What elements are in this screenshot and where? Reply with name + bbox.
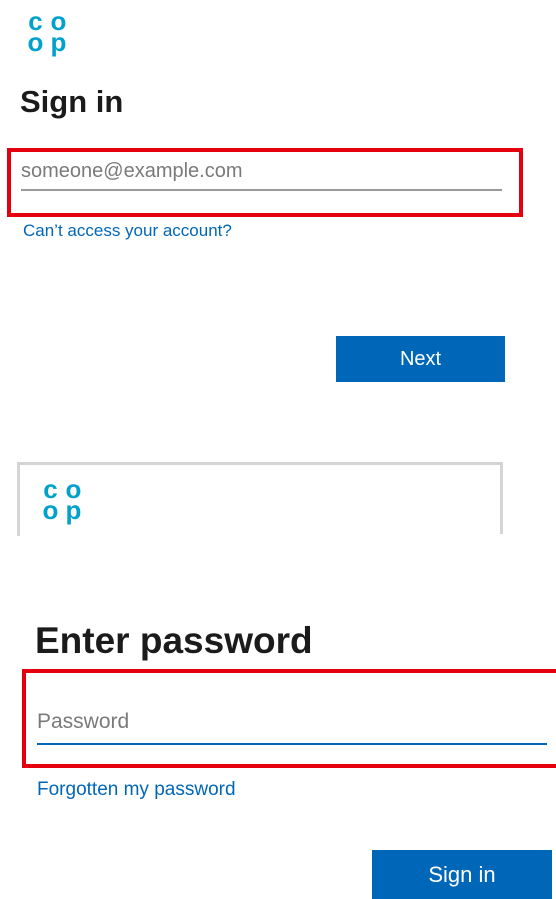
sign-in-button[interactable]: Sign in xyxy=(372,850,552,899)
password-input[interactable] xyxy=(37,701,547,745)
forgot-password-link[interactable]: Forgotten my password xyxy=(37,779,236,801)
card-frame xyxy=(17,462,503,536)
page-title: Enter password xyxy=(35,620,313,661)
next-button[interactable]: Next xyxy=(336,336,505,382)
coop-logo: c o o p xyxy=(41,476,83,525)
email-input[interactable] xyxy=(21,153,502,191)
cant-access-account-link[interactable]: Can’t access your account? xyxy=(23,221,232,241)
card-frame-edge xyxy=(34,534,506,538)
coop-logo: c o o p xyxy=(26,8,68,57)
logo-letter: p xyxy=(65,495,82,525)
page-title: Sign in xyxy=(20,84,124,119)
logo-letter: p xyxy=(50,27,67,57)
logo-letter: o xyxy=(42,495,59,525)
logo-letter: o xyxy=(27,27,44,57)
card-frame-edge xyxy=(503,476,507,538)
